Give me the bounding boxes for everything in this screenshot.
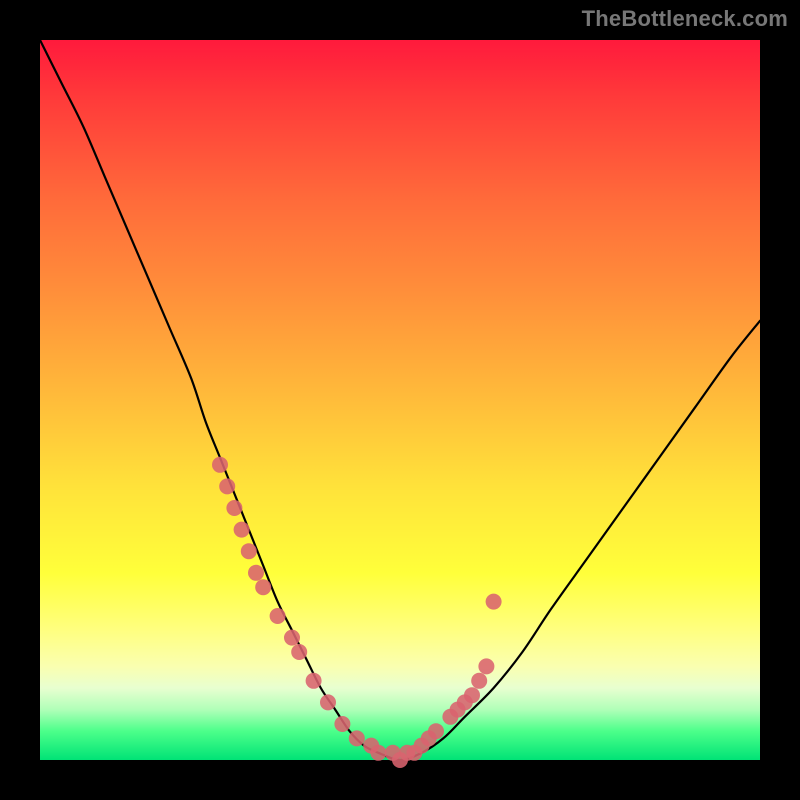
data-point — [334, 716, 350, 732]
chart-frame: TheBottleneck.com — [0, 0, 800, 800]
data-point — [428, 723, 444, 739]
data-point — [291, 644, 307, 660]
data-point — [349, 730, 365, 746]
bottleneck-curve — [40, 40, 760, 760]
watermark-text: TheBottleneck.com — [582, 6, 788, 32]
marker-group — [212, 457, 502, 768]
data-point — [226, 500, 242, 516]
data-point — [284, 630, 300, 646]
data-point — [306, 673, 322, 689]
data-point — [320, 694, 336, 710]
data-point — [471, 673, 487, 689]
data-point — [370, 745, 386, 761]
data-point — [255, 579, 271, 595]
data-point — [212, 457, 228, 473]
data-point — [219, 478, 235, 494]
data-point — [478, 658, 494, 674]
data-point — [241, 543, 257, 559]
data-point — [248, 565, 264, 581]
data-point — [486, 594, 502, 610]
plot-area — [40, 40, 760, 760]
data-point — [464, 687, 480, 703]
data-point — [270, 608, 286, 624]
curve-layer — [40, 40, 760, 760]
data-point — [234, 522, 250, 538]
